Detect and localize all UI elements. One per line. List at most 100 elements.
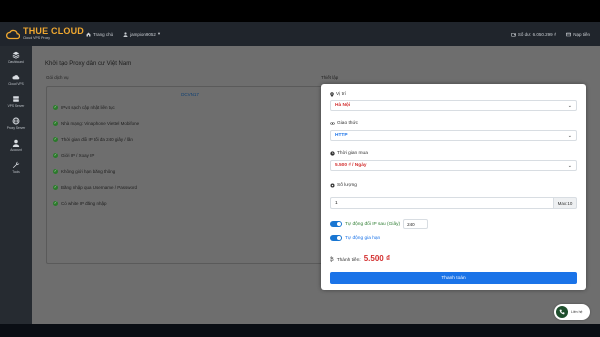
home-icon <box>86 32 91 36</box>
check-circle-icon: ✓ <box>53 200 58 206</box>
auto-ip-row: Tự động đổi IP sau (Giây) 240 <box>330 219 429 229</box>
top-header: THUE CLOUD Cloud VPS Proxy Trang chủ jam… <box>0 22 600 46</box>
user-icon <box>123 31 128 37</box>
quantity-input-group: 1 Max:10 <box>330 197 577 209</box>
quantity-input[interactable]: 1 <box>330 197 553 209</box>
phone-icon <box>556 306 568 318</box>
topup-link[interactable]: Nạp tiền <box>566 32 590 37</box>
auto-renew-toggle[interactable] <box>330 235 342 241</box>
location-value: Hà Nội <box>335 103 351 108</box>
sidebar-item-label: Dashboard <box>8 59 24 64</box>
clock-icon <box>330 151 335 156</box>
quantity-max: Max:10 <box>553 197 577 209</box>
duration-label: Thời gian mua <box>330 151 368 156</box>
money-icon: ₿ <box>330 257 334 263</box>
sidebar: Dashboard Cloud VPS VPS Server Proxy Ser… <box>0 46 32 324</box>
balance-display: Số dư: 6.050.299 ₫ <box>511 32 556 37</box>
feature-text: Băng nhập qua Username / Password <box>61 184 138 190</box>
user-icon <box>12 139 20 147</box>
check-circle-icon: ✓ <box>53 168 58 174</box>
protocol-label: Giao thức <box>330 121 358 126</box>
settings-section-label: Thiết lập <box>321 75 339 80</box>
protocol-value: HTTP <box>335 133 348 138</box>
globe-icon <box>12 117 20 124</box>
feature-item: ✓ IPv4 sạch cập nhật liên tục <box>47 99 333 115</box>
auto-ip-label: Tự động đổi IP sau (Giây) <box>345 221 401 227</box>
brand-tagline: Cloud VPS Proxy <box>23 36 51 41</box>
feature-item: ✓ Giới IP / Xoay IP <box>47 147 333 163</box>
quantity-label-text: Số lượng <box>337 183 357 188</box>
location-label-text: Vị trí <box>336 92 346 97</box>
sidebar-item-label: VPS Server <box>7 103 25 108</box>
location-label: Vị trí <box>330 92 346 97</box>
total-row: ₿ Thành tiền: 5.500 ₫ <box>330 254 390 263</box>
chevron-down-icon: ⌄ <box>567 132 572 139</box>
cloud-icon <box>12 74 20 79</box>
auto-renew-label: Tự động gia hạn <box>345 235 381 241</box>
sidebar-item-cloud-vps[interactable]: Cloud VPS <box>0 68 32 90</box>
feature-text: Nhà mạng: Vinaphone Viettel Mobifone <box>61 120 140 126</box>
top-band <box>0 0 600 22</box>
sidebar-item-label: Account <box>10 147 22 152</box>
feature-text: Giới IP / Xoay IP <box>61 152 95 158</box>
feature-item: ✓ Không giới hạn băng thông <box>47 163 333 179</box>
map-pin-icon <box>330 92 334 97</box>
feature-item: ✓ Có white IP đăng nhập <box>47 195 333 211</box>
username: jampion9052 <box>130 31 156 37</box>
feature-text: Có white IP đăng nhập <box>61 200 107 206</box>
server-icon <box>13 95 19 102</box>
feature-item: ✓ Thời gian đổi IP tối đa 240 giây / lần <box>47 131 333 147</box>
check-circle-icon: ✓ <box>53 136 58 142</box>
package-section-label: Gói dịch vụ <box>46 75 69 80</box>
duration-select[interactable]: 5.500 ₫ / Ngày ⌄ <box>330 160 577 171</box>
check-circle-icon: ✓ <box>53 152 58 158</box>
feature-item: ✓ Băng nhập qua Username / Password <box>47 179 333 195</box>
feature-text: Không giới hạn băng thông <box>61 168 116 174</box>
credit-card-icon <box>566 32 572 36</box>
auto-ip-seconds-input[interactable]: 240 <box>403 219 429 229</box>
feature-list: ✓ IPv4 sạch cập nhật liên tục ✓ Nhà mạng: … <box>47 99 333 211</box>
sidebar-item-proxy-server[interactable]: Proxy Server <box>0 112 32 134</box>
check-circle-icon: ✓ <box>53 120 58 126</box>
feature-text: IPv4 sạch cập nhật liên tục <box>61 104 115 110</box>
wallet-icon <box>511 32 516 37</box>
brand-logo[interactable]: THUE CLOUD Cloud VPS Proxy <box>0 22 86 46</box>
chevron-down-icon: ⌄ <box>567 162 572 169</box>
purchase-modal: Vị trí Hà Nội ⌄ Giao thức HTTP ⌄ Thời gi… <box>321 84 586 290</box>
protocol-label-text: Giao thức <box>337 121 359 126</box>
auto-renew-row: Tự động gia hạn <box>330 235 380 241</box>
user-menu[interactable]: jampion9052 ▾ <box>123 31 160 37</box>
sidebar-item-dashboard[interactable]: Dashboard <box>0 46 32 68</box>
feature-item: ✓ Nhà mạng: Vinaphone Viettel Mobifone <box>47 115 333 131</box>
contact-label: Liên hệ <box>571 310 583 314</box>
page-title: Khởi tạo Proxy dân cư Việt Nam <box>45 61 132 67</box>
protocol-select[interactable]: HTTP ⌄ <box>330 130 577 141</box>
nav-home-label: Trang chủ <box>93 31 114 37</box>
pay-button[interactable]: Thanh toán <box>330 272 577 284</box>
chevron-down-icon: ⌄ <box>567 102 572 109</box>
topup-label: Nạp tiền <box>573 31 590 37</box>
duration-label-text: Thời gian mua <box>337 151 368 156</box>
package-card[interactable]: DCVN17 ✓ IPv4 sạch cập nhật liên tục ✓ Nhà… <box>46 86 334 264</box>
wrench-icon <box>12 161 20 168</box>
layers-icon <box>12 51 20 59</box>
sidebar-item-tools[interactable]: Tools <box>0 156 32 178</box>
location-select[interactable]: Hà Nội ⌄ <box>330 100 577 111</box>
feature-text: Thời gian đổi IP tối đa 240 giây / lần <box>61 136 133 142</box>
balance-text: Số dư: 6.050.299 ₫ <box>517 31 557 37</box>
total-label: Thành tiền: <box>336 258 361 263</box>
total-amount: 5.500 ₫ <box>363 254 391 263</box>
sidebar-item-vps-server[interactable]: VPS Server <box>0 90 32 112</box>
package-name: DCVN17 <box>181 92 199 97</box>
check-circle-icon: ✓ <box>53 184 58 190</box>
sidebar-item-account[interactable]: Account <box>0 134 32 156</box>
auto-ip-toggle[interactable] <box>330 221 342 227</box>
sidebar-item-label: Proxy Server <box>6 125 26 130</box>
contact-widget[interactable]: Liên hệ <box>554 304 590 320</box>
settings-icon <box>330 183 335 188</box>
sidebar-item-label: Cloud VPS <box>8 81 24 86</box>
duration-value: 5.500 ₫ / Ngày <box>335 163 367 168</box>
sidebar-item-label: Tools <box>12 169 20 174</box>
nav-home-link[interactable]: Trang chủ <box>86 32 113 37</box>
cloud-logo-icon <box>6 29 20 40</box>
